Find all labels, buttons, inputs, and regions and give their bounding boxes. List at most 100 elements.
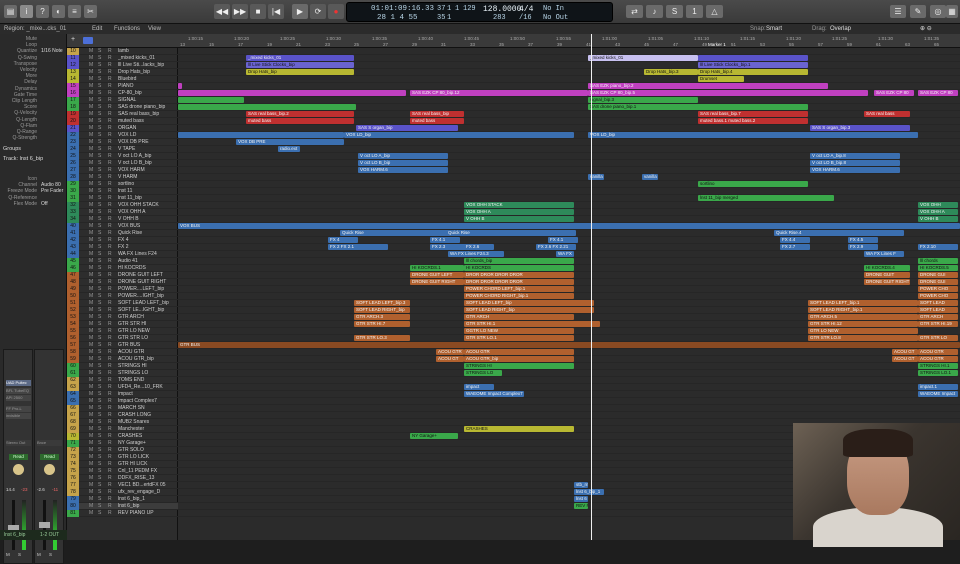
record-enable-button[interactable]: R	[108, 118, 112, 125]
audio-region[interactable]: V OHH B	[918, 216, 958, 222]
track-header[interactable]: 29 M S Rsortlino	[67, 181, 178, 188]
track-name[interactable]: GTR ARCH	[118, 314, 176, 321]
mute-button[interactable]: M	[89, 454, 93, 461]
audio-region[interactable]: Quick Rise	[446, 230, 576, 236]
track-lane[interactable]	[178, 391, 960, 398]
audio-region[interactable]: V oct LO B_bip	[358, 160, 448, 166]
time-division[interactable]: /16	[519, 14, 532, 22]
record-enable-button[interactable]: R	[108, 440, 112, 447]
region-inspector-title[interactable]: Region: _mixe...cks_01	[4, 24, 66, 34]
record-enable-button[interactable]: R	[108, 307, 112, 314]
solo-button[interactable]: S	[98, 272, 101, 279]
audio-region[interactable]: STRINGS HI.1	[918, 363, 958, 369]
track-lane[interactable]	[178, 83, 960, 90]
track-header[interactable]: 26 M S R V oct LO B_bip	[67, 160, 178, 167]
mute-button[interactable]: M	[89, 55, 93, 62]
track-name[interactable]: ufx_rev_engage_D	[118, 489, 176, 496]
audio-region[interactable]: HI KOCRDS.5	[918, 265, 958, 271]
solo-button[interactable]: S	[98, 76, 101, 83]
mute-button[interactable]: M	[89, 251, 93, 258]
track-lane[interactable]	[178, 76, 960, 83]
track-header[interactable]: 77 M S R VEC1 BD...ertdFX 05	[67, 482, 178, 489]
track-name[interactable]: lnst 11_bip	[118, 195, 176, 202]
audio-region[interactable]: WAEOME Impact	[918, 391, 958, 397]
tuner-icon[interactable]: ♪	[646, 5, 663, 18]
audio-region[interactable]: SAS EZK CP 80	[918, 90, 958, 96]
bounce-slot[interactable]: Bnce	[37, 440, 62, 446]
track-header[interactable]: 11 M S R _mixed kicks_01	[67, 55, 178, 62]
track-header[interactable]: 70 M S R CRASHES	[67, 433, 178, 440]
mute-button[interactable]: M	[89, 349, 93, 356]
track-name[interactable]: HI KOCRDS	[118, 265, 176, 272]
track-header[interactable]: 56 M S R GTR STR LO	[67, 335, 178, 342]
help-icon[interactable]: ?	[36, 5, 49, 18]
audio-region[interactable]: REV PI	[574, 503, 588, 509]
audio-region[interactable]: lll chords_bip	[464, 258, 574, 264]
audio-region[interactable]: POWER CHORD RIGHT_bip.1	[464, 293, 574, 299]
audio-region[interactable]: FX 4.5	[848, 237, 878, 243]
solo-button[interactable]: S	[98, 153, 101, 160]
tempo-value[interactable]: 128.0000	[483, 5, 521, 14]
mixer-icon[interactable]: ≡	[68, 5, 81, 18]
audio-region[interactable]: V OHH B	[464, 216, 574, 222]
audio-region[interactable]: SOFT LEAD	[918, 307, 958, 313]
track-header[interactable]: 67 M S R CRASH LONG	[67, 412, 178, 419]
track-param-value[interactable]: Off	[41, 201, 48, 208]
list-editors-icon[interactable]: ☰	[890, 5, 906, 18]
pan-knob-left[interactable]	[13, 464, 24, 475]
track-name[interactable]: Drop Hats_bip	[118, 69, 176, 76]
solo-button[interactable]: S	[98, 461, 101, 468]
inspector-icon[interactable]: i	[20, 5, 33, 18]
mute-button[interactable]: M	[89, 370, 93, 377]
audio-region[interactable]: VOX LD_bip	[588, 132, 918, 138]
record-button[interactable]: ●	[328, 4, 344, 19]
record-enable-button[interactable]: R	[108, 503, 112, 510]
solo-button[interactable]: S	[98, 69, 101, 76]
solo-button[interactable]: S	[98, 160, 101, 167]
audio-region[interactable]: GTR BUS	[178, 342, 960, 348]
audio-region[interactable]: FX 4.1	[548, 237, 578, 243]
mute-button[interactable]: M	[89, 272, 93, 279]
track-header[interactable]: 44 M S R WA FX Lines F24	[67, 251, 178, 258]
audio-region[interactable]: SAS S organ_bip.3	[810, 125, 910, 131]
audio-region[interactable]	[178, 97, 244, 103]
track-header[interactable]: 80 M S Rlnst 6_bip	[67, 503, 178, 510]
record-enable-button[interactable]: R	[108, 83, 112, 90]
solo-button[interactable]: S	[98, 83, 101, 90]
track-name[interactable]: DDFX_RISE_13	[118, 475, 176, 482]
track-name[interactable]: VOX HARM	[118, 167, 176, 174]
mute-button[interactable]: M	[89, 139, 93, 146]
record-enable-button[interactable]: R	[108, 482, 112, 489]
record-enable-button[interactable]: R	[108, 202, 112, 209]
audio-region[interactable]: SOFT LEAD	[918, 300, 958, 306]
audio-region[interactable]: stb_rn	[574, 482, 588, 488]
solo-button[interactable]: S	[98, 258, 101, 265]
mute-button[interactable]: M	[89, 398, 93, 405]
mute-button[interactable]: M	[89, 258, 93, 265]
mute-button[interactable]: M	[89, 97, 93, 104]
audio-region[interactable]: VOX BUS	[178, 223, 960, 229]
audio-region[interactable]: SAS real bass	[864, 111, 910, 117]
solo-button[interactable]: S	[98, 230, 101, 237]
mute-button[interactable]: M	[89, 300, 93, 307]
mute-left[interactable]: M	[6, 552, 10, 557]
track-lane[interactable]	[178, 412, 960, 419]
track-name[interactable]: FX 4	[118, 237, 176, 244]
track-header[interactable]: 18 M S R SAS drone piano_bip	[67, 104, 178, 111]
track-header[interactable]: 62 M S R TOMS END	[67, 377, 178, 384]
record-enable-button[interactable]: R	[108, 447, 112, 454]
audio-region[interactable]: GTR ARCH	[464, 314, 574, 320]
track-header[interactable]: 78 M S Rufx_rev_engage_D	[67, 489, 178, 496]
record-enable-button[interactable]: R	[108, 181, 112, 188]
output-slot[interactable]: Stereo Out	[6, 440, 31, 446]
track-header[interactable]: 33 M S R VOX OHH A	[67, 209, 178, 216]
track-header[interactable]: 55 M S R GTR LO NEW	[67, 328, 178, 335]
mute-button[interactable]: M	[89, 412, 93, 419]
record-enable-button[interactable]: R	[108, 300, 112, 307]
audio-region[interactable]: VOX HARM.6	[358, 167, 448, 173]
track-header[interactable]: 40 M S R VOX BUS	[67, 223, 178, 230]
record-enable-button[interactable]: R	[108, 76, 112, 83]
audio-region[interactable]: FX 2 FX 2.1	[328, 244, 388, 250]
mute-button[interactable]: M	[89, 489, 93, 496]
mute-button[interactable]: M	[89, 125, 93, 132]
